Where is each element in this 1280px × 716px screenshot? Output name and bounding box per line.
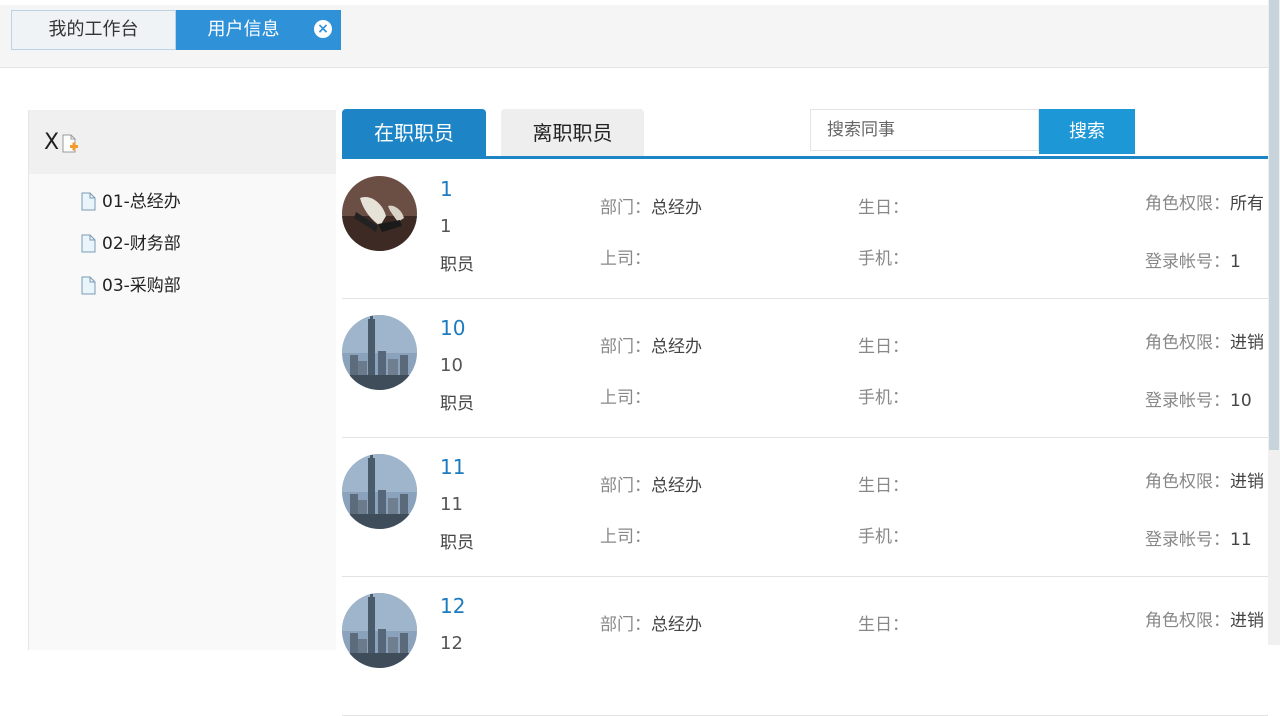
user-row[interactable]: 12 12 部门：总经办 生日： 角色权限：进销 <box>342 576 1268 716</box>
scrollbar[interactable] <box>1268 0 1280 645</box>
birthday-field: 生日： <box>858 615 909 635</box>
user-title: 职员 <box>440 533 474 553</box>
avatar <box>342 454 417 529</box>
user-row[interactable]: 1 1 职员 部门：总经办 上司： 生日： 手机： 角色权限：所有 登录帐号：1 <box>342 159 1268 299</box>
dept-field: 部门：总经办 <box>600 476 702 496</box>
boss-field: 上司： <box>600 249 651 269</box>
tree-root-label: X <box>44 130 60 155</box>
tree-item-03[interactable]: 03-采购部 <box>81 274 181 298</box>
user-id: 12 <box>440 633 463 654</box>
tree-item-02[interactable]: 02-财务部 <box>81 232 181 256</box>
tree-item-label: 03-采购部 <box>102 276 181 296</box>
avatar <box>342 315 417 390</box>
file-icon <box>81 276 96 295</box>
scrollbar-thumb[interactable] <box>1269 0 1279 450</box>
user-id: 11 <box>440 494 463 515</box>
phone-field: 手机： <box>858 388 909 408</box>
tree-item-01[interactable]: 01-总经办 <box>81 190 181 214</box>
phone-field: 手机： <box>858 249 909 269</box>
avatar <box>342 593 417 668</box>
user-title: 职员 <box>440 255 474 275</box>
user-id: 1 <box>440 216 452 237</box>
account-field: 登录帐号：11 <box>1145 530 1252 550</box>
tree-item-label: 02-财务部 <box>102 234 181 254</box>
user-id: 10 <box>440 355 463 376</box>
user-title: 职员 <box>440 394 474 414</box>
tree-header: X <box>29 110 336 174</box>
user-row[interactable]: 11 11 职员 部门：总经办 上司： 生日： 手机： 角色权限：进销 登录帐号… <box>342 437 1268 577</box>
add-document-icon[interactable] <box>62 134 78 154</box>
file-icon <box>81 234 96 253</box>
tab-former-staff[interactable]: 离职职员 <box>501 109 644 157</box>
role-field: 角色权限：进销 <box>1145 611 1264 631</box>
tree-item-label: 01-总经办 <box>102 192 181 212</box>
user-name[interactable]: 12 <box>440 594 465 618</box>
phone-field: 手机： <box>858 527 909 547</box>
role-field: 角色权限：进销 <box>1145 333 1264 353</box>
role-field: 角色权限：所有 <box>1145 194 1264 214</box>
birthday-field: 生日： <box>858 337 909 357</box>
top-tab-bar: 我的工作台 用户信息 × <box>0 5 1268 68</box>
tab-label: 用户信息 <box>207 19 280 40</box>
dept-field: 部门：总经办 <box>600 615 702 635</box>
boss-field: 上司： <box>600 527 651 547</box>
department-tree: X 01-总经办 02-财务部 03-采购部 <box>28 110 336 650</box>
search-button[interactable]: 搜索 <box>1039 109 1135 154</box>
boss-field: 上司： <box>600 388 651 408</box>
search-input[interactable] <box>810 109 1039 151</box>
tab-my-workbench[interactable]: 我的工作台 <box>11 10 176 50</box>
birthday-field: 生日： <box>858 198 909 218</box>
user-name[interactable]: 1 <box>440 177 453 201</box>
user-name[interactable]: 11 <box>440 455 465 479</box>
tab-active-staff[interactable]: 在职职员 <box>342 109 486 157</box>
tab-user-info[interactable]: 用户信息 × <box>176 10 341 50</box>
role-field: 角色权限：进销 <box>1145 472 1264 492</box>
account-field: 登录帐号：1 <box>1145 252 1241 272</box>
dept-field: 部门：总经办 <box>600 337 702 357</box>
file-icon <box>81 192 96 211</box>
dept-field: 部门：总经办 <box>600 198 702 218</box>
user-name[interactable]: 10 <box>440 316 465 340</box>
avatar <box>342 176 417 251</box>
account-field: 登录帐号：10 <box>1145 391 1252 411</box>
birthday-field: 生日： <box>858 476 909 496</box>
user-row[interactable]: 10 10 职员 部门：总经办 上司： 生日： 手机： 角色权限：进销 登录帐号… <box>342 298 1268 438</box>
close-icon[interactable]: × <box>314 20 332 38</box>
tab-label: 我的工作台 <box>48 19 139 40</box>
